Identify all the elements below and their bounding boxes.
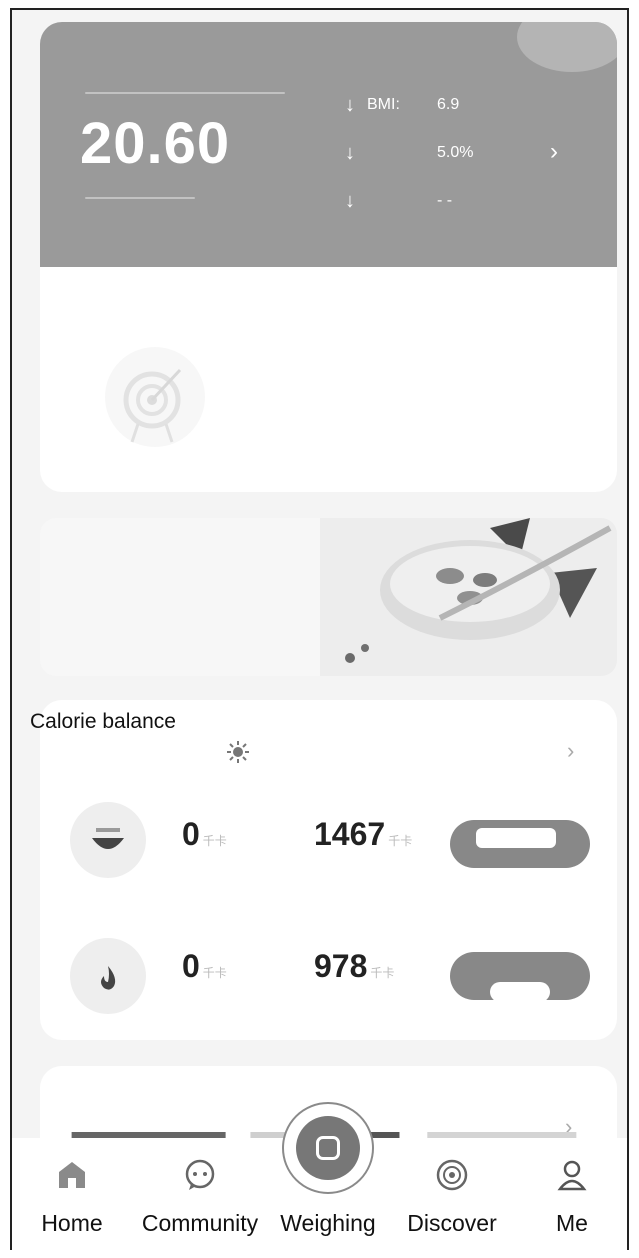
food-bowl-image: [320, 518, 617, 676]
intake-calories: 0 千卡: [182, 816, 227, 852]
stat-value: 5.0%: [437, 144, 474, 161]
bottom-navigation: Home Community Weighing Discover Me: [12, 1102, 627, 1250]
chevron-right-icon[interactable]: ›: [550, 138, 558, 166]
nav-weighing[interactable]: Weighing: [268, 1102, 388, 1250]
nav-home[interactable]: Home: [12, 1138, 132, 1250]
nav-community[interactable]: Community: [132, 1138, 268, 1250]
weight-value: 20.60: [80, 111, 231, 176]
nav-label: Me: [556, 1210, 588, 1236]
sun-icon: [227, 741, 249, 763]
community-icon: [185, 1159, 215, 1190]
burned-target: 978 千卡: [314, 948, 395, 984]
decorative-blob: [517, 22, 617, 72]
burned-progress-pill[interactable]: [450, 952, 590, 1000]
calorie-balance-title: Calorie balance: [30, 710, 176, 733]
nav-label: Weighing: [280, 1210, 376, 1236]
intake-target: 1467 千卡: [314, 816, 413, 852]
nav-discover[interactable]: Discover: [392, 1138, 512, 1250]
weight-header: 20.60 ↓ BMI: 6.9 ↓ 5.0% ↓ - - ›: [40, 22, 617, 267]
nav-label: Community: [141, 1210, 259, 1236]
down-arrow-icon: ↓: [345, 141, 355, 164]
phone-frame: 20.60 ↓ BMI: 6.9 ↓ 5.0% ↓ - - › Calorie …: [10, 8, 629, 1250]
nav-label: Discover: [407, 1210, 497, 1236]
down-arrow-icon: ↓: [345, 189, 355, 212]
chevron-right-icon[interactable]: ›: [567, 738, 574, 764]
placeholder-line: [85, 197, 195, 199]
home-icon: [59, 1162, 85, 1188]
down-arrow-icon: ↓: [345, 93, 355, 116]
weighing-icon: [282, 1102, 374, 1194]
promo-banner[interactable]: [40, 518, 617, 676]
discover-icon: [436, 1159, 468, 1191]
nav-me[interactable]: Me: [517, 1138, 627, 1250]
banner-blank-area: [40, 518, 340, 676]
flame-icon: [70, 938, 146, 1014]
placeholder-line: [85, 92, 285, 94]
fat-stat-row: ↓ 5.0%: [345, 140, 497, 166]
me-icon: [557, 1160, 587, 1191]
weight-summary-card[interactable]: 20.60 ↓ BMI: 6.9 ↓ 5.0% ↓ - - ›: [40, 22, 617, 492]
nav-label: Home: [41, 1210, 103, 1236]
third-stat-row: ↓ - -: [345, 188, 497, 214]
intake-progress-pill[interactable]: [450, 820, 590, 868]
stat-value: 6.9: [437, 96, 460, 113]
stat-label: BMI:: [367, 96, 400, 113]
burned-calories: 0 千卡: [182, 948, 227, 984]
stat-value: - -: [437, 192, 453, 209]
bmi-stat-row: ↓ BMI: 6.9: [345, 92, 497, 118]
bowl-icon: [70, 802, 146, 878]
target-icon: [105, 347, 205, 447]
